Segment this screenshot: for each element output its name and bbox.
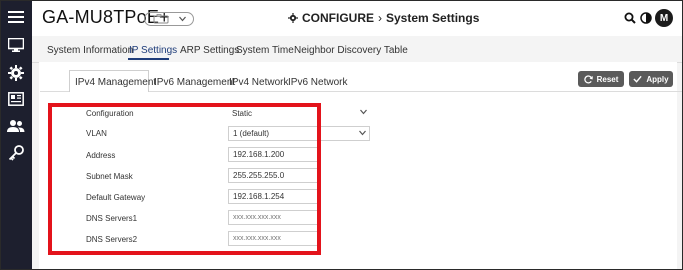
screenshot-frame [0, 0, 683, 270]
